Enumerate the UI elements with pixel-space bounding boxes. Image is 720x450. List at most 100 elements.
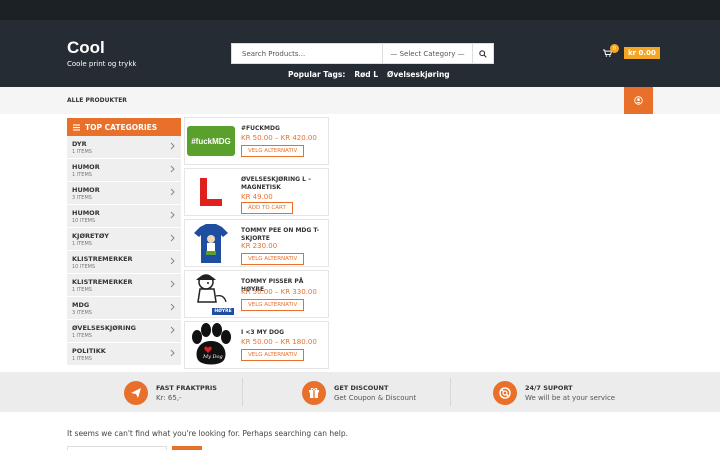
product-image[interactable]: My Dog [186,323,236,367]
features-bar: FAST FRAKTPRIS Kr: 65,- GET DISCOUNT Get C… [0,372,720,412]
gift-icon [302,381,326,405]
chevron-right-icon [170,326,175,334]
product-price: KR 50.00 – KR 180.00 [241,338,317,346]
sidebar-item-mdg[interactable]: MDG 3 ITEMS [67,297,181,320]
category-count: 10 ITEMS [72,218,96,224]
category-count: 1 ITEMS [72,287,92,293]
sidebar-item-kjoretoy[interactable]: KJØRETØY 1 ITEMS [67,228,181,251]
category-name: DYR [72,140,87,148]
site-title[interactable]: Cool [67,38,105,58]
site-tagline: Coole print og trykk [67,60,137,68]
chevron-right-icon [170,142,175,150]
user-icon [634,96,643,105]
chevron-right-icon [170,234,175,242]
chevron-right-icon [170,211,175,219]
feature-discount: GET DISCOUNT Get Coupon & Discount [302,381,416,405]
category-name: ØVELSESKJØRING [72,324,137,332]
category-name: KLISTREMERKER [72,278,133,286]
sidebar-item-humor[interactable]: HUMOR 1 ITEMS [67,159,181,182]
sidebar-heading: TOP CATEGORIES [67,118,181,136]
product-search: — Select Category — [231,43,494,64]
product-card: My Dog I <3 MY DOG KR 50.00 – KR 180.00 … [184,321,329,369]
search-button[interactable] [472,44,493,63]
category-name: KLISTREMERKER [72,255,133,263]
category-select[interactable]: — Select Category — [382,44,472,63]
category-count: 3 ITEMS [72,310,92,316]
select-options-button[interactable]: VELG ALTERNATIV [241,253,305,265]
chevron-right-icon [170,280,175,288]
category-count: 1 ITEMS [72,333,92,339]
bottom-search-button[interactable] [172,446,202,450]
category-sidebar: TOP CATEGORIES DYR 1 ITEMS HUMOR 1 ITEMS H… [67,118,181,366]
chevron-right-icon [170,188,175,196]
cart-count-badge: 0 [610,44,619,53]
cart-total: kr 0.00 [624,47,660,59]
category-name: KJØRETØY [72,232,109,240]
paper-plane-icon [124,381,148,405]
product-card: ØVELSESKJØRING L – MAGNETISK KR 49.00 AD… [184,168,329,216]
feature-title: GET DISCOUNT [334,384,389,392]
sidebar-item-politikk[interactable]: POLITIKK 1 ITEMS [67,343,181,366]
feature-support: 24/7 SUPORT We will be at your service [493,381,615,405]
product-name[interactable]: I <3 MY DOG [241,329,327,337]
sidebar-item-humor[interactable]: HUMOR 3 ITEMS [67,182,181,205]
feature-shipping: FAST FRAKTPRIS Kr: 65,- [124,381,217,405]
popular-tags: Popular Tags: Rød L Øvelseskjøring [288,70,450,79]
add-to-cart-button[interactable]: ADD TO CART [241,202,293,214]
sidebar-item-dyr[interactable]: DYR 1 ITEMS [67,136,181,159]
feature-subtitle: We will be at your service [525,394,616,402]
select-options-button[interactable]: VELG ALTERNATIV [241,145,305,157]
search-icon [479,49,487,58]
product-image[interactable] [186,170,236,214]
select-options-button[interactable]: VELG ALTERNATIV [241,349,305,361]
category-count: 1 ITEMS [72,149,92,155]
feature-title: FAST FRAKTPRIS [156,384,217,392]
category-name: MDG [72,301,90,309]
list-icon [73,123,80,131]
search-input[interactable] [232,44,382,63]
product-name[interactable]: TOMMY PEE ON MDG T-SKJORTE [241,227,327,243]
category-count: 3 ITEMS [72,195,92,201]
product-list: #fuckMDG #FUCKMDG KR 50.00 – KR 420.00 V… [184,117,329,372]
feature-title: 24/7 SUPORT [525,384,573,392]
product-card: TOMMY PEE ON MDG T-SKJORTE KR 230.00 VEL… [184,219,329,267]
popular-tags-label: Popular Tags: [288,70,346,79]
sidebar-heading-label: TOP CATEGORIES [85,122,158,132]
sidebar-item-ovelseskjoring[interactable]: ØVELSESKJØRING 1 ITEMS [67,320,181,343]
product-price: KR 49.00 [241,193,273,201]
chevron-right-icon [170,165,175,173]
product-price: KR 50.00 – KR 420.00 [241,134,317,142]
sidebar-item-klistremerker[interactable]: KLISTREMERKER 10 ITEMS [67,251,181,274]
category-count: 10 ITEMS [72,264,96,270]
tag-link[interactable]: Øvelseskjøring [387,70,450,79]
sidebar-item-klistremerker[interactable]: KLISTREMERKER 1 ITEMS [67,274,181,297]
category-count: 1 ITEMS [72,241,92,247]
category-name: POLITIKK [72,347,106,355]
tag-link[interactable]: Rød L [354,70,378,79]
product-image[interactable] [186,221,236,265]
sidebar-item-humor[interactable]: HUMOR 10 ITEMS [67,205,181,228]
category-name: HUMOR [72,209,100,217]
product-price: KR 50.00 – KR 330.00 [241,288,317,296]
chevron-right-icon [170,349,175,357]
product-image[interactable]: #fuckMDG [186,119,236,163]
top-bar [0,0,720,20]
product-name[interactable]: #FUCKMDG [241,125,327,133]
product-image[interactable]: HØYRE [186,272,236,316]
account-button[interactable] [624,87,653,114]
chevron-right-icon [170,257,175,265]
select-options-button[interactable]: VELG ALTERNATIV [241,299,305,311]
product-image-text: #fuckMDG [191,136,231,146]
product-card: HØYRE TOMMY PISSER PÅ HØYRE KR 50.00 – K… [184,270,329,318]
bottom-search-input[interactable] [67,446,167,450]
divider [242,378,243,406]
product-card: #fuckMDG #FUCKMDG KR 50.00 – KR 420.00 V… [184,117,329,165]
cart-button[interactable]: 0 kr 0.00 [603,44,660,59]
product-name[interactable]: ØVELSESKJØRING L – MAGNETISK [241,176,327,192]
product-price: KR 230.00 [241,242,278,250]
chevron-right-icon [170,303,175,311]
life-ring-icon [493,381,517,405]
category-count: 1 ITEMS [72,356,92,362]
nav-all-products[interactable]: ALLE PRODUKTER [67,97,127,104]
feature-subtitle: Kr: 65,- [156,394,182,402]
